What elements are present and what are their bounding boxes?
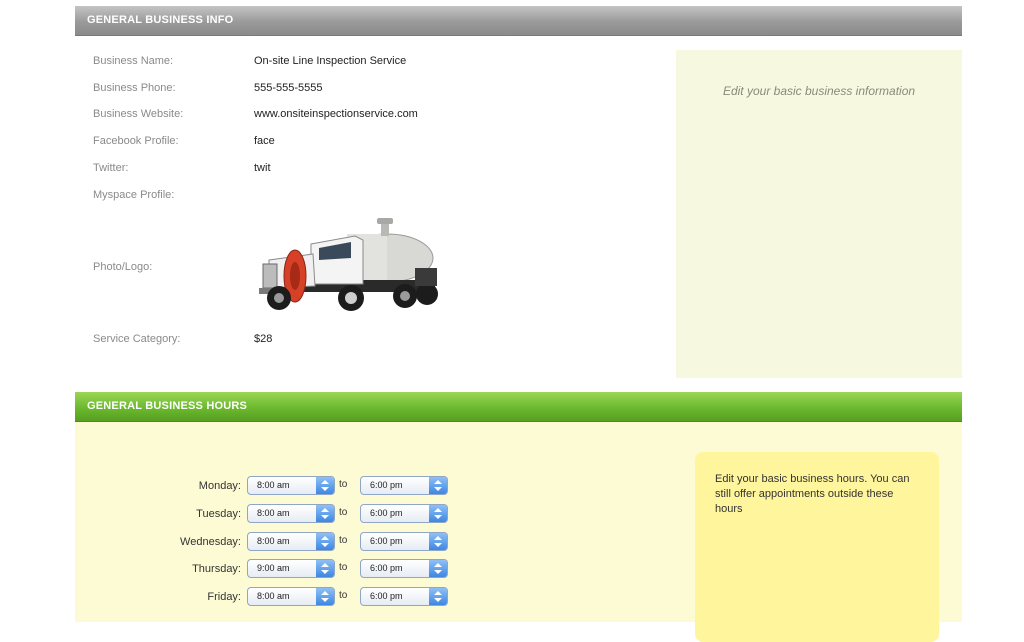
updown-arrows-icon — [429, 505, 447, 522]
updown-arrows-icon — [429, 588, 447, 605]
wednesday-open-select[interactable]: 8:00 am — [247, 532, 335, 551]
updown-arrows-icon — [429, 533, 447, 550]
business-name-label: Business Name: — [93, 55, 174, 67]
wednesday-open-value: 8:00 am — [257, 536, 290, 546]
twitter-label: Twitter: — [93, 162, 129, 174]
to-label: to — [339, 562, 348, 573]
monday-close-select[interactable]: 6:00 pm — [360, 476, 448, 495]
day-label-thursday: Thursday: — [192, 563, 241, 575]
business-name-value: On-site Line Inspection Service — [254, 55, 407, 67]
twitter-value: twit — [254, 162, 271, 174]
day-label-tuesday: Tuesday: — [196, 508, 241, 520]
wednesday-close-select[interactable]: 6:00 pm — [360, 532, 448, 551]
thursday-close-select[interactable]: 6:00 pm — [360, 559, 448, 578]
to-label: to — [339, 479, 348, 490]
thursday-open-value: 9:00 am — [257, 563, 290, 573]
friday-close-value: 6:00 pm — [370, 591, 403, 601]
day-label-wednesday: Wednesday: — [180, 536, 241, 548]
updown-arrows-icon — [429, 560, 447, 577]
to-label: to — [339, 507, 348, 518]
friday-open-select[interactable]: 8:00 am — [247, 587, 335, 606]
updown-arrows-icon — [316, 477, 334, 494]
monday-open-value: 8:00 am — [257, 480, 290, 490]
business-info-help-box: Edit your basic business information — [676, 50, 962, 378]
business-hours-help-text: Edit your basic business hours. You can … — [715, 473, 910, 515]
updown-arrows-icon — [316, 588, 334, 605]
business-info-header: General Business Info — [75, 6, 962, 36]
business-info-help-text: Edit your basic business information — [722, 84, 916, 98]
monday-open-select[interactable]: 8:00 am — [247, 476, 335, 495]
to-label: to — [339, 535, 348, 546]
tuesday-open-value: 8:00 am — [257, 508, 290, 518]
tuesday-open-select[interactable]: 8:00 am — [247, 504, 335, 523]
day-label-friday: Friday: — [207, 591, 241, 603]
tanker-truck-image — [255, 214, 443, 322]
business-hours-body: Monday: 8:00 am to 6:00 pm Tuesday: 8:00… — [75, 422, 962, 642]
monday-close-value: 6:00 pm — [370, 480, 403, 490]
business-info-section: General Business Info Business Name: On-… — [75, 6, 962, 386]
tuesday-close-value: 6:00 pm — [370, 508, 403, 518]
business-info-body: Business Name: On-site Line Inspection S… — [75, 36, 962, 387]
business-phone-value: 555-555-5555 — [254, 82, 323, 94]
service-category-value: $28 — [254, 333, 273, 345]
business-phone-label: Business Phone: — [93, 82, 176, 94]
wednesday-close-value: 6:00 pm — [370, 536, 403, 546]
myspace-profile-label: Myspace Profile: — [93, 189, 175, 201]
friday-open-value: 8:00 am — [257, 591, 290, 601]
updown-arrows-icon — [429, 477, 447, 494]
updown-arrows-icon — [316, 560, 334, 577]
business-hours-section: General Business Hours Monday: 8:00 am t… — [75, 392, 962, 642]
day-label-monday: Monday: — [198, 480, 241, 492]
facebook-profile-label: Facebook Profile: — [93, 135, 179, 147]
friday-close-select[interactable]: 6:00 pm — [360, 587, 448, 606]
to-label: to — [339, 590, 348, 601]
truck-svg — [259, 218, 438, 311]
business-hours-header: General Business Hours — [75, 392, 962, 422]
business-website-label: Business Website: — [93, 108, 184, 120]
thursday-close-value: 6:00 pm — [370, 563, 403, 573]
business-hours-help-box: Edit your basic business hours. You can … — [695, 452, 939, 642]
updown-arrows-icon — [316, 505, 334, 522]
thursday-open-select[interactable]: 9:00 am — [247, 559, 335, 578]
service-category-label: Service Category: — [93, 333, 181, 345]
tuesday-close-select[interactable]: 6:00 pm — [360, 504, 448, 523]
photo-logo-label: Photo/Logo: — [93, 261, 153, 273]
facebook-profile-value: face — [254, 135, 275, 147]
updown-arrows-icon — [316, 533, 334, 550]
business-website-value: www.onsiteinspectionservice.com — [254, 108, 418, 120]
